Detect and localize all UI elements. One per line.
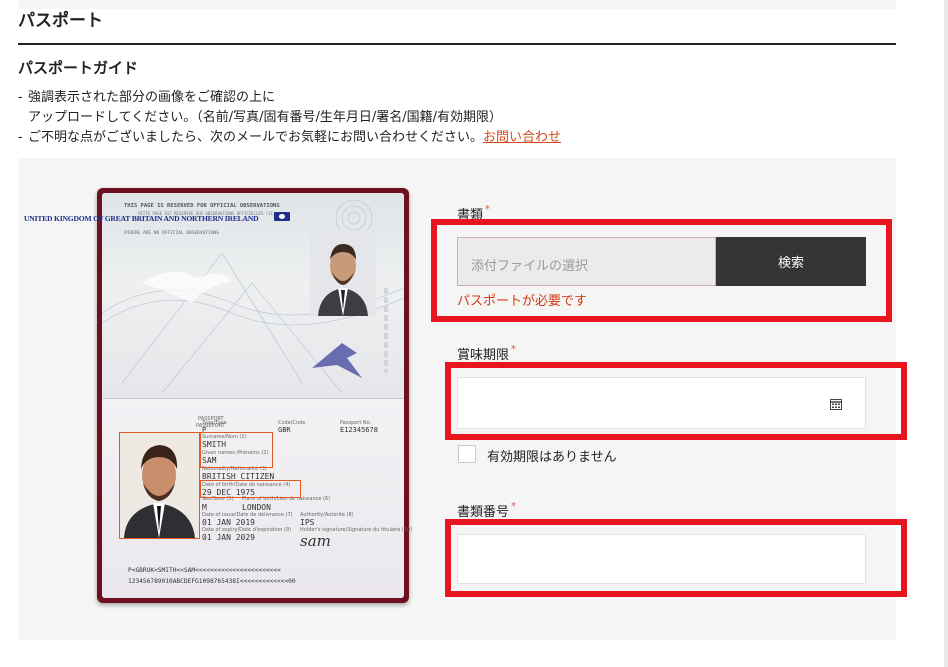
instruction-line-2: アップロードしてください。（名前/写真/固有番号/生年月日/署名/国籍/有効期限… [28,110,502,125]
reserved-text-3: OTHERE ARE NO OFFICIAL OBSERVATIONS [124,231,219,236]
inquiry-link[interactable]: お問い合わせ [483,130,561,145]
field-sex: M [202,503,207,512]
expiry-label: 賞味期限 * [457,344,517,363]
no-expiry-label: 有効期限はありません [487,450,617,465]
passport-required-error: パスポートが必要です [457,294,588,309]
vertical-scrollbar[interactable] [944,0,948,667]
expiry-date-input[interactable] [457,377,866,429]
passport-chip-icon [274,212,290,221]
reserved-text-1: THIS PAGE IS RESERVED FOR OFFICIAL OBSER… [124,203,280,209]
guide-title: パスポートガイド [18,59,139,77]
passport-mrz-line-1: P<GBRUK<SMITH<<SAM<<<<<<<<<<<<<<<<<<<<<<… [128,567,281,574]
instruction-line-1: - 強調表示された部分の画像をご確認の上に [18,90,276,105]
top-strip [18,0,896,9]
title-divider [18,43,896,45]
highlight-name [200,432,273,468]
portrait-ghost-image [310,230,376,316]
passport-mrz-line-2: 123456789010ABCDEFG1098765438I<<<<<<<<<<… [128,578,296,585]
highlight-dob [200,480,301,498]
field-issue: 01 JAN 2019 [202,518,255,527]
field-pob: LONDON [242,503,271,512]
passport-signature: sam [300,532,331,550]
page-title: パスポート [18,11,103,31]
no-expiry-checkbox[interactable] [458,445,476,463]
browse-button[interactable]: 検索 [716,237,866,286]
doc-number-label: 書類番号 * [457,501,517,520]
file-select-input[interactable]: 添付ファイルの選択 [457,237,716,286]
doc-number-input[interactable] [457,534,866,584]
field-number: E12345678 [340,426,378,434]
passport-country: UNITED KINGDOM OF GREAT BRITAIN AND NORT… [24,214,259,223]
field-code: GBR [278,426,291,434]
calendar-icon[interactable] [829,397,843,411]
passport-photo [119,432,200,539]
field-authority: IPS [300,518,315,527]
instruction-line-3: - ご不明な点がございましたら、次のメールでお気軽にお問い合わせください。お問い合… [18,130,562,145]
field-expiry: 01 JAN 2029 [202,533,255,542]
